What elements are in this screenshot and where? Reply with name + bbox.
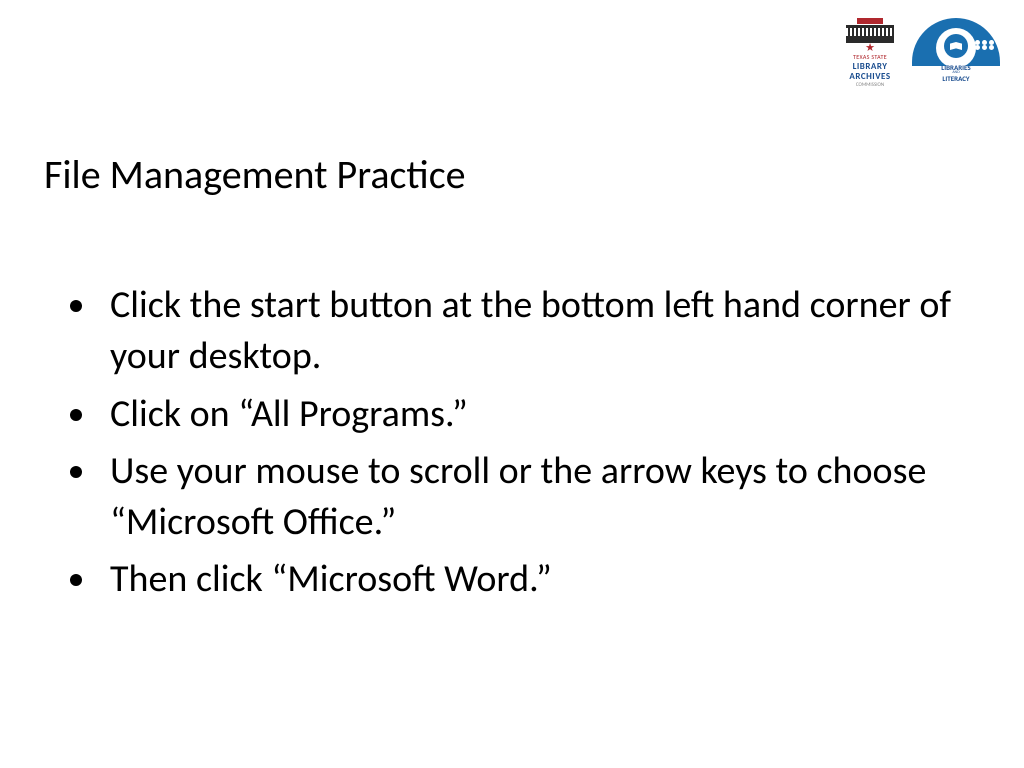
people-icon	[975, 40, 994, 45]
slide: ★ TEXAS STATE LIBRARY ARCHIVES COMMISSIO…	[0, 0, 1024, 768]
ll-text-3: LITERACY	[912, 75, 1000, 82]
star-icon: ★	[865, 44, 875, 52]
building-roof-icon	[857, 18, 883, 24]
tsla-text-2b: ARCHIVES	[849, 72, 890, 81]
tsla-logo: ★ TEXAS STATE LIBRARY ARCHIVES COMMISSIO…	[846, 18, 894, 88]
tsla-text-2a: LIBRARY	[853, 62, 888, 71]
building-icon	[846, 25, 894, 43]
fan-icon: LIBRARIES AND LITERACY	[912, 18, 1000, 74]
libraries-literacy-logo: LIBRARIES AND LITERACY	[912, 18, 1000, 74]
list-item: Click the start button at the bottom lef…	[100, 280, 974, 383]
list-item: Click on “All Programs.”	[100, 389, 974, 440]
list-item: Use your mouse to scroll or the arrow ke…	[100, 446, 974, 549]
tsla-text-3: COMMISSION	[856, 82, 884, 88]
book-icon	[950, 42, 962, 50]
tsla-text-1: TEXAS STATE	[853, 53, 887, 61]
slide-title: File Management Practice	[44, 150, 466, 199]
list-item: Then click “Microsoft Word.”	[100, 554, 974, 605]
logo-row: ★ TEXAS STATE LIBRARY ARCHIVES COMMISSIO…	[846, 18, 1000, 88]
bullet-list: Click the start button at the bottom lef…	[60, 280, 974, 612]
